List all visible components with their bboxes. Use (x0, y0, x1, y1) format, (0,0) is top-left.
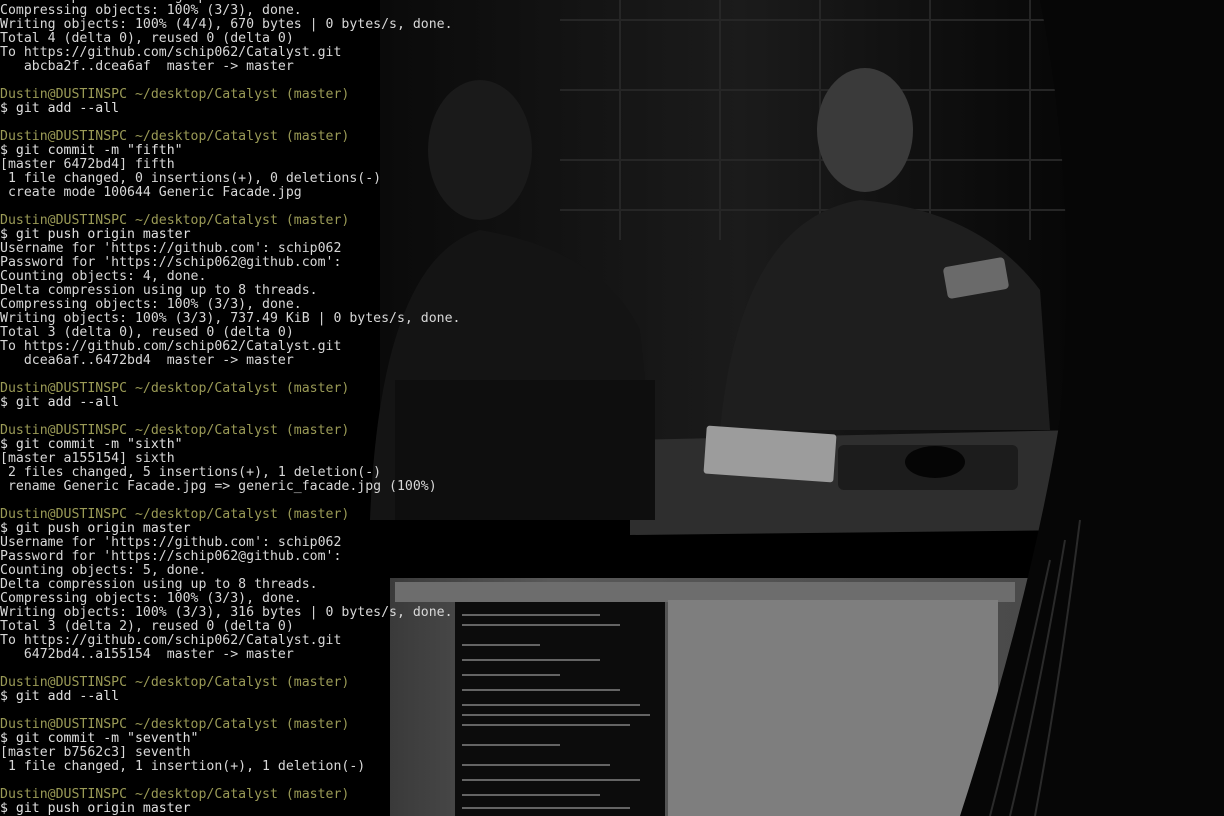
terminal-output-line: abcba2f..dcea6af master -> master (0, 59, 294, 74)
terminal-output-line: Total 4 (delta 0), reused 0 (delta 0) (0, 31, 294, 46)
terminal-command-line: $ git commit -m "sixth" (0, 437, 183, 452)
terminal-command-line: $ git add --all (0, 689, 120, 704)
terminal-output-line: [master b7562c3] seventh (0, 745, 191, 760)
terminal-output-line: Total 3 (delta 2), reused 0 (delta 0) (0, 619, 294, 634)
terminal-output-line: Delta compression using up to 8 threads. (0, 283, 318, 298)
terminal-prompt-line: Dustin@DUSTINSPC ~/desktop/Catalyst (mas… (0, 213, 350, 228)
terminal-output-line: Writing objects: 100% (3/3), 737.49 KiB … (0, 311, 461, 326)
terminal-output-line: 1 file changed, 0 insertions(+), 0 delet… (0, 171, 382, 186)
terminal-output-line: Username for 'https://github.com': schip… (0, 535, 342, 550)
terminal-output-line: rename Generic Facade.jpg => generic_fac… (0, 479, 437, 494)
terminal-command-line: $ git commit -m "fifth" (0, 143, 183, 158)
terminal-output-line: Writing objects: 100% (3/3), 316 bytes |… (0, 605, 453, 620)
terminal-prompt-line: Dustin@DUSTINSPC ~/desktop/Catalyst (mas… (0, 381, 350, 396)
terminal-output-line: 1 file changed, 1 insertion(+), 1 deleti… (0, 759, 366, 774)
terminal-output-line: Total 3 (delta 0), reused 0 (delta 0) (0, 325, 294, 340)
terminal-output-line: To https://github.com/schip062/Catalyst.… (0, 45, 342, 60)
terminal-output-line: 6472bd4..a155154 master -> master (0, 647, 294, 662)
terminal-prompt-line: Dustin@DUSTINSPC ~/desktop/Catalyst (mas… (0, 717, 350, 732)
terminal-prompt-line: Dustin@DUSTINSPC ~/desktop/Catalyst (mas… (0, 787, 350, 802)
terminal-prompt-line: Dustin@DUSTINSPC ~/desktop/Catalyst (mas… (0, 129, 350, 144)
terminal-output-line: Compressing objects: 100% (3/3), done. (0, 591, 302, 606)
terminal-output-line: dcea6af..6472bd4 master -> master (0, 353, 294, 368)
terminal-output-line: create mode 100644 Generic Facade.jpg (0, 185, 302, 200)
terminal-prompt-line: Dustin@DUSTINSPC ~/desktop/Catalyst (mas… (0, 507, 350, 522)
terminal-output-line: [master 6472bd4] fifth (0, 157, 175, 172)
terminal-window[interactable]: Delta compression using up to 8 threads.… (0, 0, 1224, 816)
terminal-prompt-line: Dustin@DUSTINSPC ~/desktop/Catalyst (mas… (0, 423, 350, 438)
terminal-command-line: $ git add --all (0, 395, 120, 410)
terminal-command-line: $ git add --all (0, 101, 120, 116)
terminal-output-line: Password for 'https://schip062@github.co… (0, 549, 342, 564)
terminal-output-line: Counting objects: 4, done. (0, 269, 207, 284)
terminal-command-line: $ git push origin master (0, 801, 191, 816)
terminal-prompt-line: Dustin@DUSTINSPC ~/desktop/Catalyst (mas… (0, 675, 350, 690)
terminal-output-line: To https://github.com/schip062/Catalyst.… (0, 339, 342, 354)
terminal-output-line: To https://github.com/schip062/Catalyst.… (0, 633, 342, 648)
terminal-output-line: Compressing objects: 100% (3/3), done. (0, 297, 302, 312)
terminal-output-line: Writing objects: 100% (4/4), 670 bytes |… (0, 17, 453, 32)
terminal-command-line: $ git commit -m "seventh" (0, 731, 199, 746)
terminal-output-line: Delta compression using up to 8 threads. (0, 577, 318, 592)
terminal-output-line: 2 files changed, 5 insertions(+), 1 dele… (0, 465, 382, 480)
terminal-output[interactable]: Delta compression using up to 8 threads.… (0, 0, 1224, 816)
terminal-command-line: $ git push origin master (0, 521, 191, 536)
terminal-command-line: $ git push origin master (0, 227, 191, 242)
terminal-output-line: Password for 'https://schip062@github.co… (0, 255, 342, 270)
terminal-output-line: Username for 'https://github.com': schip… (0, 241, 342, 256)
terminal-prompt-line: Dustin@DUSTINSPC ~/desktop/Catalyst (mas… (0, 87, 350, 102)
terminal-output-line: Compressing objects: 100% (3/3), done. (0, 3, 302, 18)
terminal-output-line: Counting objects: 5, done. (0, 563, 207, 578)
terminal-output-line: [master a155154] sixth (0, 451, 175, 466)
